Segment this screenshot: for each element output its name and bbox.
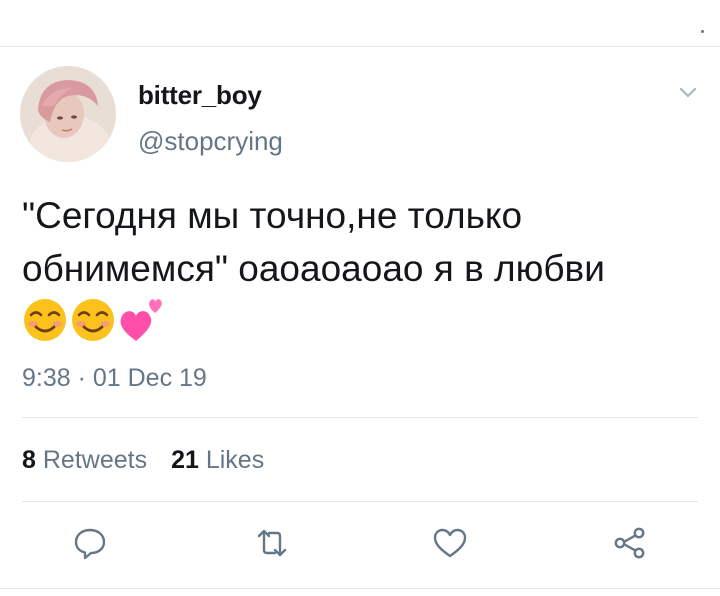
retweets-label: Retweets bbox=[42, 446, 148, 474]
display-name[interactable]: bitter_boy bbox=[138, 80, 262, 111]
two-hearts-icon bbox=[120, 299, 162, 341]
tweet-text-line-2: обнимемся" оаоаоаоао я в любви bbox=[22, 248, 605, 289]
divider bbox=[22, 417, 698, 418]
likes-label: Likes bbox=[205, 446, 265, 474]
top-divider bbox=[0, 46, 720, 47]
avatar[interactable] bbox=[20, 66, 116, 162]
likes-count: 21 bbox=[171, 446, 199, 474]
smiling-face-icon bbox=[72, 299, 114, 341]
profile-photo-icon bbox=[20, 66, 116, 162]
tweet-text-line-1: "Сегодня мы точно,не только bbox=[22, 195, 523, 236]
status-dot bbox=[701, 30, 704, 33]
reply-button[interactable] bbox=[72, 525, 108, 561]
bottom-divider bbox=[0, 588, 720, 589]
divider bbox=[22, 501, 698, 502]
likes-stat[interactable]: 21 Likes bbox=[171, 446, 264, 474]
smiling-face-icon bbox=[24, 299, 66, 341]
retweet-button[interactable] bbox=[254, 525, 290, 561]
retweets-stat[interactable]: 8 Retweets bbox=[22, 446, 147, 474]
heart-icon bbox=[433, 528, 467, 558]
tweet-text: "Сегодня мы точно,не только обнимемся" о… bbox=[22, 189, 702, 295]
user-handle[interactable]: @stopcrying bbox=[138, 126, 283, 157]
engagement-stats: 8 Retweets 21 Likes bbox=[22, 446, 264, 475]
share-button[interactable] bbox=[612, 525, 648, 561]
emoji-row bbox=[22, 296, 166, 344]
retweets-count: 8 bbox=[22, 446, 36, 474]
like-button[interactable] bbox=[432, 525, 468, 561]
chevron-down-icon[interactable] bbox=[678, 86, 698, 100]
reply-icon bbox=[74, 528, 106, 560]
share-icon bbox=[614, 527, 645, 559]
tweet-timestamp: 9:38 · 01 Dec 19 bbox=[22, 364, 207, 392]
retweet-icon bbox=[257, 529, 287, 557]
